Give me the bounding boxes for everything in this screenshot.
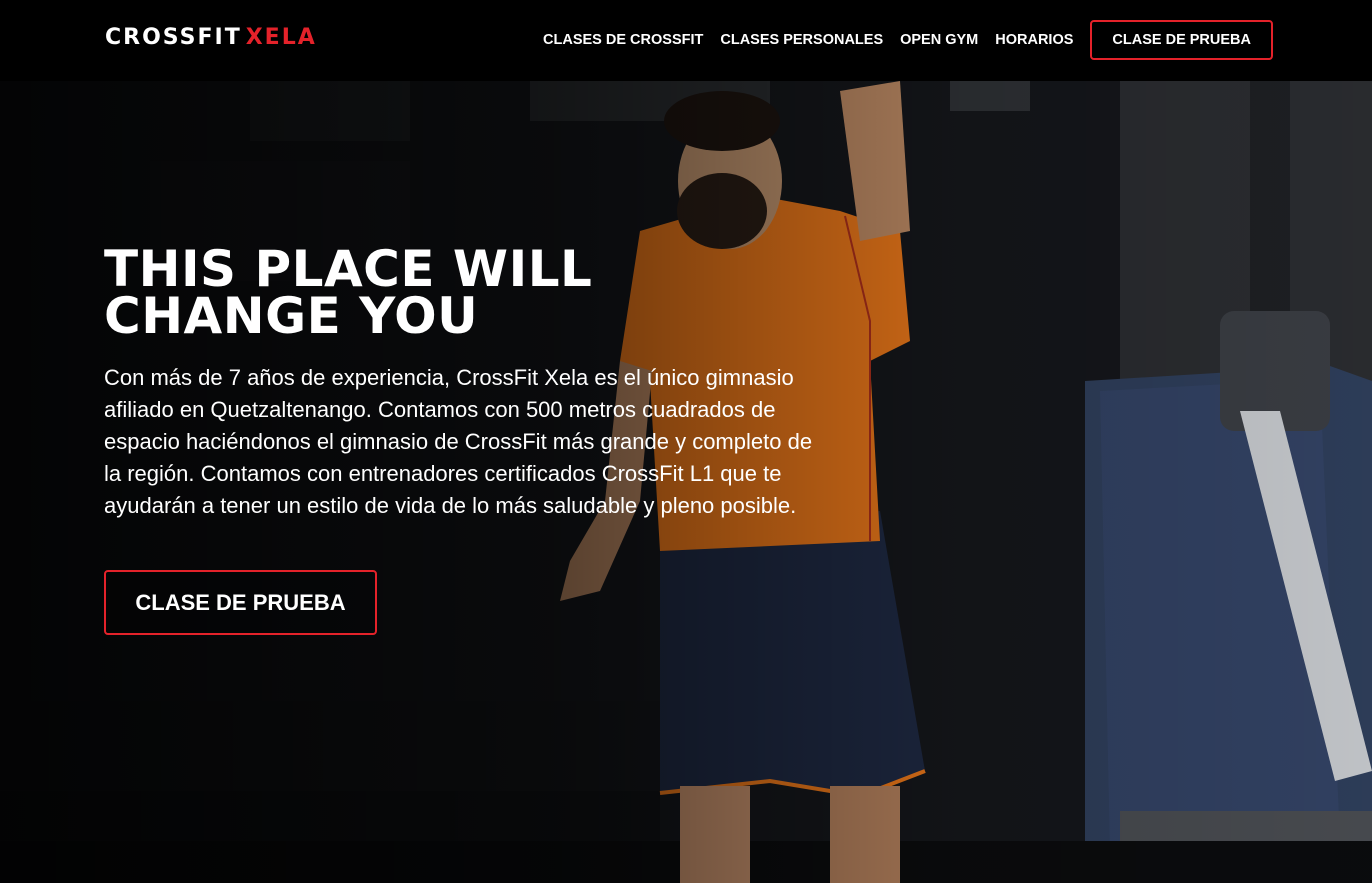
logo-text-xela: XELA bbox=[245, 25, 317, 50]
nav-link-clases-personales[interactable]: CLASES PERSONALES bbox=[720, 32, 883, 48]
nav-link-horarios[interactable]: HORARIOS bbox=[995, 32, 1073, 48]
hero-clase-de-prueba-button[interactable]: CLASE DE PRUEBA bbox=[104, 570, 377, 635]
site-header: CROSSFIT XELA CLASES DE CROSSFIT CLASES … bbox=[0, 0, 1372, 81]
nav-link-clases-de-crossfit[interactable]: CLASES DE CROSSFIT bbox=[543, 32, 703, 48]
hero-headline-line2: CHANGE YOU bbox=[104, 287, 479, 345]
hero-description: Con más de 7 años de experiencia, CrossF… bbox=[104, 365, 813, 518]
hero-headline: THIS PLACE WILL CHANGE YOU bbox=[104, 244, 724, 341]
logo-text-crossfit: CROSSFIT bbox=[105, 25, 242, 50]
nav-clase-de-prueba-button[interactable]: CLASE DE PRUEBA bbox=[1090, 20, 1273, 60]
main-nav: CLASES DE CROSSFIT CLASES PERSONALES OPE… bbox=[543, 20, 1273, 60]
nav-link-open-gym[interactable]: OPEN GYM bbox=[900, 32, 978, 48]
crossfit-xela-logo[interactable]: CROSSFIT XELA bbox=[105, 26, 317, 50]
